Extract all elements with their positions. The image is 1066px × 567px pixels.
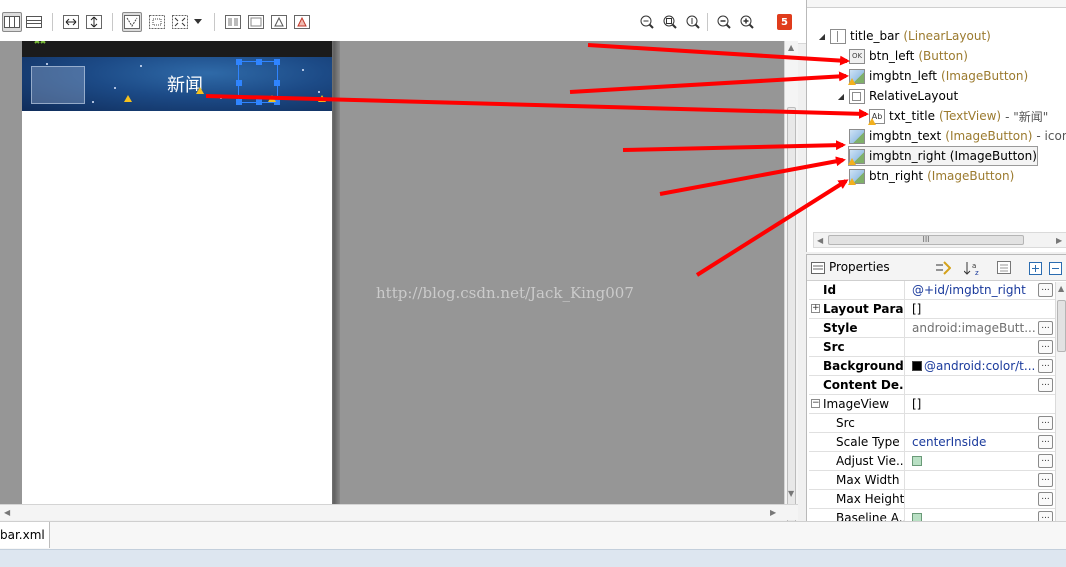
imagebutton-icon bbox=[848, 68, 865, 85]
property-row[interactable]: Baseline A... ... bbox=[809, 509, 1055, 521]
zoom-in-icon[interactable] bbox=[737, 12, 757, 32]
editor-tab-bar: bar.xml bbox=[0, 521, 1066, 549]
tree-item-btn-right[interactable]: btn_right (ImageButton) bbox=[848, 167, 1014, 185]
property-row[interactable]: Src ... bbox=[809, 338, 1055, 357]
tree-item-relativelayout[interactable]: ◢ RelativeLayout bbox=[836, 87, 962, 105]
property-row[interactable]: Style android:imageButt... ... bbox=[809, 319, 1055, 338]
ellipsis-button[interactable]: ... bbox=[1038, 511, 1053, 521]
ellipsis-button[interactable]: ... bbox=[1038, 321, 1053, 335]
property-row[interactable]: + Layout Para... [] bbox=[809, 300, 1055, 319]
linearlayout-icon bbox=[830, 28, 846, 44]
properties-title: Properties bbox=[829, 260, 890, 274]
checkbox[interactable] bbox=[912, 456, 922, 466]
button-icon: OK bbox=[849, 48, 865, 64]
layout-vertical-icon[interactable] bbox=[24, 12, 44, 32]
tree-item-txt-title[interactable]: Ab txt_title (TextView) - "新闻" bbox=[868, 107, 1048, 125]
imagebutton-icon bbox=[849, 128, 865, 144]
outline-horizontal-scrollbar[interactable]: ◀ III ▶ bbox=[813, 232, 1066, 248]
tree-item-title-bar[interactable]: ◢ title_bar (LinearLayout) bbox=[817, 27, 991, 45]
dropdown-arrow-icon[interactable] bbox=[191, 12, 205, 32]
zoom-100-icon[interactable] bbox=[683, 12, 703, 32]
warning-icon bbox=[124, 95, 132, 102]
preview-title-bar[interactable]: 新闻 bbox=[22, 57, 332, 111]
zoom-fit-icon[interactable] bbox=[637, 12, 657, 32]
collapse-all-icon[interactable] bbox=[1049, 262, 1062, 275]
property-row[interactable]: − ImageView [] bbox=[809, 395, 1055, 414]
resize-icon[interactable] bbox=[170, 12, 190, 32]
imagebutton-icon bbox=[848, 148, 865, 165]
tree-item-imgbtn-text[interactable]: imgbtn_text(ImageButton)- icon_ bbox=[849, 127, 1066, 145]
ellipsis-button[interactable]: ... bbox=[1038, 492, 1053, 506]
checkbox[interactable] bbox=[912, 513, 922, 521]
property-row[interactable]: Src ... bbox=[809, 414, 1055, 433]
layout-a-icon[interactable] bbox=[223, 12, 243, 32]
fit-width-icon[interactable] bbox=[61, 12, 81, 32]
tree-item-btn-left[interactable]: OK btn_left (Button) bbox=[849, 47, 968, 65]
preview-btn-left[interactable] bbox=[31, 66, 85, 104]
layout-horizontal-icon[interactable] bbox=[2, 12, 22, 32]
device-status-bar bbox=[22, 41, 332, 57]
error-count-badge[interactable]: 5 bbox=[777, 14, 792, 30]
layout-c-icon[interactable] bbox=[269, 12, 289, 32]
layout-editor-toolbar: 5 bbox=[0, 0, 806, 44]
ellipsis-button[interactable]: ... bbox=[1038, 340, 1053, 354]
property-row[interactable]: Max Height ... bbox=[809, 490, 1055, 509]
advanced-properties-icon[interactable] bbox=[997, 261, 1011, 274]
ellipsis-button[interactable]: ... bbox=[1038, 435, 1053, 449]
ellipsis-button[interactable]: ... bbox=[1038, 416, 1053, 430]
imagebutton-icon bbox=[848, 168, 865, 185]
property-row[interactable]: Adjust Vie... ... bbox=[809, 452, 1055, 471]
show-categories-icon[interactable] bbox=[935, 261, 951, 275]
fit-height-icon[interactable] bbox=[84, 12, 104, 32]
watermark: http://blog.csdn.net/Jack_King007 bbox=[376, 284, 634, 302]
properties-icon bbox=[811, 262, 825, 274]
layout-canvas[interactable]: 新闻 http://blog.csdn.net/Jack_King007 bbox=[0, 41, 784, 504]
properties-vertical-scrollbar[interactable]: ▲ bbox=[1055, 282, 1066, 521]
layout-b-icon[interactable] bbox=[246, 12, 266, 32]
svg-text:z: z bbox=[975, 269, 979, 276]
color-swatch bbox=[912, 361, 922, 371]
grid-icon[interactable] bbox=[147, 12, 167, 32]
zoom-out-icon[interactable] bbox=[714, 12, 734, 32]
editor-tab[interactable]: bar.xml bbox=[0, 522, 50, 548]
ellipsis-button[interactable]: ... bbox=[1038, 473, 1053, 487]
ellipsis-button[interactable]: ... bbox=[1038, 454, 1053, 468]
ellipsis-button[interactable]: ... bbox=[1038, 283, 1053, 297]
device-preview[interactable]: 新闻 bbox=[22, 41, 332, 504]
sort-alpha-icon[interactable]: az bbox=[964, 260, 982, 276]
warning-icon bbox=[196, 87, 204, 94]
zoom-real-icon[interactable] bbox=[660, 12, 680, 32]
canvas-vertical-scrollbar[interactable]: ▲ ▼ bbox=[784, 41, 798, 527]
outline-panel: ◢ title_bar (LinearLayout) OK btn_left (Bu… bbox=[806, 0, 1066, 252]
textview-icon: Ab bbox=[868, 108, 885, 125]
show-bounds-icon[interactable] bbox=[122, 12, 142, 32]
properties-header: Properties az bbox=[807, 255, 1066, 281]
ellipsis-button[interactable]: ... bbox=[1038, 378, 1053, 392]
property-row[interactable]: Scale Type centerInside ... bbox=[809, 433, 1055, 452]
warning-icon bbox=[268, 95, 276, 102]
property-row[interactable]: Id @+id/imgbtn_right ... bbox=[809, 281, 1055, 300]
properties-panel: Properties az Id @+id/imgbtn_right ... +… bbox=[806, 254, 1066, 521]
ellipsis-button[interactable]: ... bbox=[1038, 359, 1053, 373]
property-row[interactable]: Content De... ... bbox=[809, 376, 1055, 395]
canvas-horizontal-scrollbar[interactable]: ◀ ▶ bbox=[0, 504, 798, 520]
property-row[interactable]: Max Width ... bbox=[809, 471, 1055, 490]
tree-item-imgbtn-right[interactable]: imgbtn_right (ImageButton) bbox=[848, 146, 1038, 166]
warning-icon bbox=[318, 95, 326, 102]
status-bar bbox=[0, 549, 1066, 567]
property-row[interactable]: Background @android:color/t... ... bbox=[809, 357, 1055, 376]
layout-d-icon[interactable] bbox=[292, 12, 312, 32]
tree-item-imgbtn-left[interactable]: imgbtn_left (ImageButton) bbox=[848, 67, 1028, 85]
relativelayout-icon bbox=[849, 88, 865, 104]
expand-all-icon[interactable] bbox=[1029, 262, 1042, 275]
